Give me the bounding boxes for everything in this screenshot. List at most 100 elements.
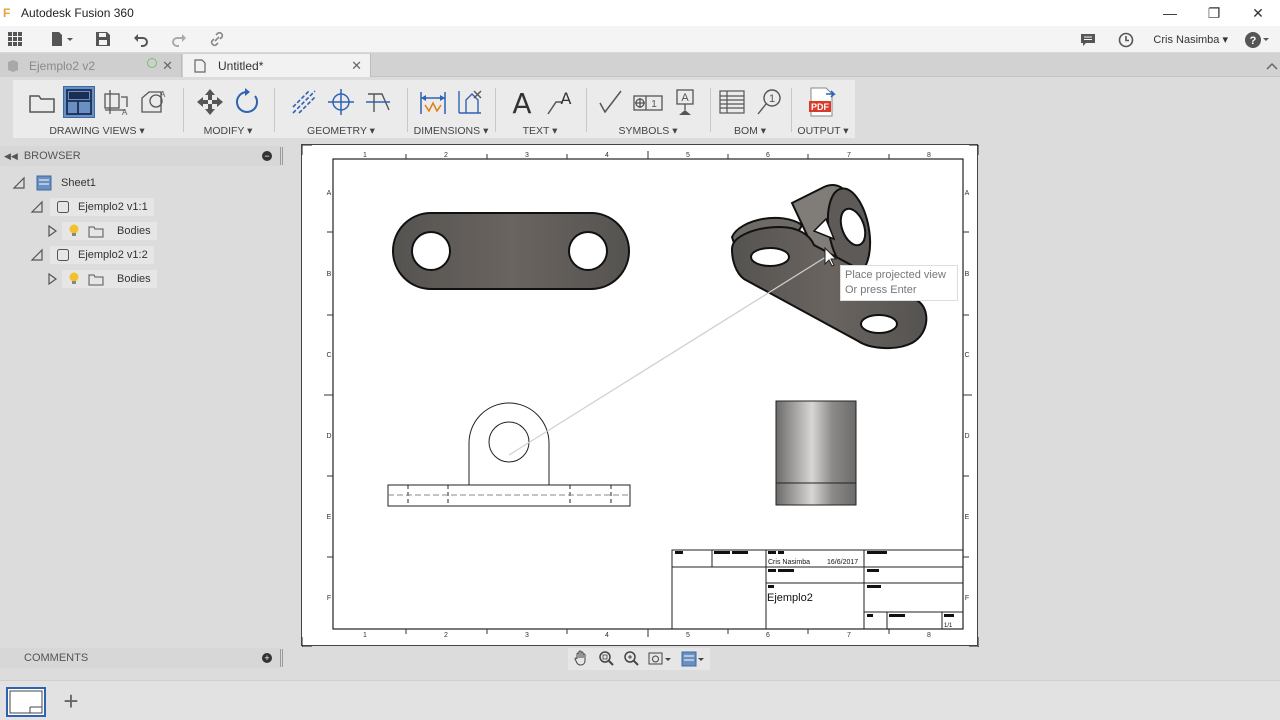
save-icon[interactable] <box>90 26 116 52</box>
feature-control-frame-icon[interactable]: 1 <box>632 86 664 118</box>
panel-grip-icon[interactable] <box>280 147 283 165</box>
browser-panel-header[interactable]: ◀◀ BROWSER − <box>0 146 283 166</box>
dimension-icon[interactable] <box>417 86 449 118</box>
surface-texture-icon[interactable] <box>595 86 627 118</box>
ordinate-dimension-icon[interactable] <box>454 86 486 118</box>
tree-node-bodies-2[interactable]: Bodies <box>46 269 157 289</box>
collapsed-triangle-icon[interactable] <box>46 272 58 286</box>
centerline-icon[interactable] <box>288 86 320 118</box>
visibility-bulb-icon[interactable] <box>68 272 80 286</box>
pdf-export-icon[interactable]: PDF <box>807 86 839 118</box>
tree-node-bodies-1[interactable]: Bodies <box>46 221 157 241</box>
svg-text:A: A <box>160 90 166 99</box>
help-icon[interactable]: ? <box>1244 27 1270 53</box>
add-comment-icon[interactable]: + <box>262 653 272 663</box>
section-view-icon[interactable]: A <box>100 86 132 118</box>
comments-panel-header[interactable]: COMMENTS + <box>0 648 283 668</box>
tab-ejemplo2[interactable]: Ejemplo2 v2 ✕ <box>0 54 182 77</box>
datum-identifier-icon[interactable]: A <box>669 86 701 118</box>
zone-col-label: 2 <box>444 152 448 159</box>
symbols-group: 1 A SYMBOLS ▾ <box>588 80 708 138</box>
panel-grip-icon[interactable] <box>280 649 283 667</box>
side-view[interactable] <box>775 400 857 506</box>
sheet-thumbnail[interactable] <box>6 687 46 717</box>
close-tab-icon[interactable]: ✕ <box>351 58 362 74</box>
svg-text:A: A <box>681 92 689 104</box>
visibility-bulb-icon[interactable] <box>68 224 80 238</box>
output-menu[interactable]: OUTPUT ▾ <box>793 125 853 137</box>
rotate-icon[interactable] <box>231 86 263 118</box>
leader-text-icon[interactable]: A <box>543 86 575 118</box>
user-menu[interactable]: Cris Nasimba ▾ <box>1153 33 1228 46</box>
display-settings-icon[interactable] <box>648 651 672 667</box>
text-group: A A TEXT ▾ <box>497 80 583 138</box>
center-mark-icon[interactable] <box>325 86 357 118</box>
tree-node-sheet1[interactable]: Sheet1 <box>12 173 102 193</box>
document-icon <box>8 59 18 72</box>
edge-extension-icon[interactable] <box>362 86 394 118</box>
view-icon <box>57 249 69 261</box>
title-block-date: 16/6/2017 <box>827 559 858 566</box>
title-bar: F Autodesk Fusion 360 — ❐ ✕ <box>0 0 1280 26</box>
tree-node-view-2[interactable]: Ejemplo2 v1:2 <box>30 245 154 265</box>
tab-label: Ejemplo2 v2 <box>29 58 96 73</box>
close-tab-icon[interactable]: ✕ <box>162 58 173 74</box>
window-controls: — ❐ ✕ <box>1148 0 1280 26</box>
undo-icon[interactable] <box>128 26 154 52</box>
dimensions-menu[interactable]: DIMENSIONS ▾ <box>409 125 493 137</box>
zone-col-label: 7 <box>847 152 851 159</box>
bom-menu[interactable]: BOM ▾ <box>712 125 788 137</box>
expand-triangle-icon[interactable] <box>12 176 26 190</box>
detail-view-icon[interactable]: A <box>137 86 169 118</box>
geometry-menu[interactable]: GEOMETRY ▾ <box>277 125 405 137</box>
modify-menu[interactable]: MODIFY ▾ <box>185 125 271 137</box>
bom-group: 1 BOM ▾ <box>712 80 788 138</box>
text-menu[interactable]: TEXT ▾ <box>497 125 583 137</box>
quick-access-right: Cris Nasimba ▾ ? <box>1075 26 1280 53</box>
pan-icon[interactable] <box>573 650 589 669</box>
zone-row-label: A <box>965 190 970 197</box>
comments-title: COMMENTS <box>24 652 89 664</box>
drawing-views-menu[interactable]: DRAWING VIEWS ▾ <box>13 125 181 137</box>
sheet-settings-icon[interactable] <box>681 651 705 667</box>
drawing-canvas[interactable]: 1 2 3 4 5 6 7 8 1 2 3 4 5 6 7 8 A B C D <box>301 144 980 648</box>
navigation-bar <box>568 648 710 670</box>
job-status-icon[interactable] <box>1113 27 1139 53</box>
tree-node-view-1[interactable]: Ejemplo2 v1:1 <box>30 197 154 217</box>
balloon-icon[interactable]: 1 <box>753 86 785 118</box>
svg-text:A: A <box>122 108 128 116</box>
zone-col-label: 1 <box>363 152 367 159</box>
base-view-icon[interactable] <box>26 86 58 118</box>
file-menu-icon[interactable] <box>46 26 80 52</box>
zone-col-label: 8 <box>927 632 931 639</box>
redo-icon[interactable] <box>166 26 192 52</box>
text-icon[interactable]: A <box>506 86 538 118</box>
title-block-title: Ejemplo2 <box>767 592 813 604</box>
drawing-views-group: A A DRAWING VIEWS ▾ <box>13 80 181 138</box>
top-view[interactable] <box>392 212 630 290</box>
restore-button[interactable]: ❐ <box>1192 0 1236 26</box>
collapsed-triangle-icon[interactable] <box>46 224 58 238</box>
comments-icon[interactable] <box>1075 27 1101 53</box>
move-icon[interactable] <box>194 86 226 118</box>
minimize-button[interactable]: — <box>1148 0 1192 26</box>
close-window-button[interactable]: ✕ <box>1236 0 1280 26</box>
table-icon[interactable] <box>716 86 748 118</box>
zoom-icon[interactable] <box>623 650 639 669</box>
collapse-panel-icon[interactable]: ◀◀ <box>4 151 18 162</box>
expand-triangle-icon[interactable] <box>30 200 44 214</box>
quick-access-toolbar: Cris Nasimba ▾ ? <box>0 26 1280 53</box>
symbols-menu[interactable]: SYMBOLS ▾ <box>588 125 708 137</box>
add-sheet-button[interactable]: + <box>57 686 85 716</box>
expand-triangle-icon[interactable] <box>30 248 44 262</box>
browser-options-icon[interactable]: − <box>262 151 272 161</box>
pdf-label: PDF <box>811 102 830 112</box>
zoom-window-icon[interactable] <box>598 650 614 669</box>
scroll-up-icon[interactable] <box>1266 59 1280 71</box>
drawing-sheet[interactable]: 1 2 3 4 5 6 7 8 1 2 3 4 5 6 7 8 A B C D <box>301 144 980 648</box>
link-icon[interactable] <box>204 26 230 52</box>
app-grid-icon[interactable] <box>2 26 28 52</box>
folder-icon <box>88 274 104 286</box>
tab-untitled[interactable]: Untitled* ✕ <box>183 54 371 77</box>
projected-view-icon[interactable] <box>62 86 95 118</box>
